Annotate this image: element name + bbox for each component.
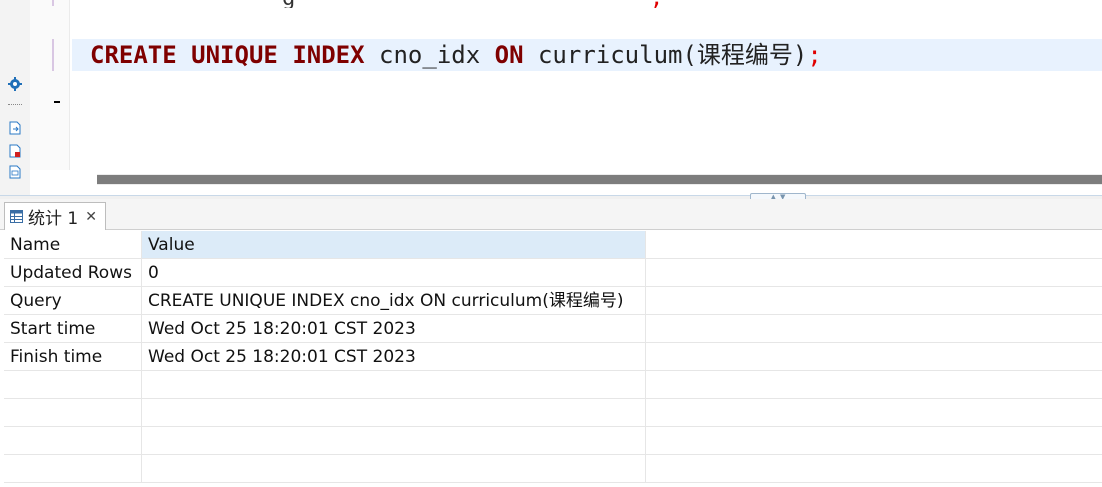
close-icon[interactable]: ✕ [85,209,97,225]
empty-cell [142,455,646,483]
results-grid: Name Value Updated Rows 0 Query CREATE U… [0,231,1102,487]
row-name-cell[interactable]: Start time [4,315,142,343]
empty-row [0,399,1102,427]
row-name-cell[interactable]: Finish time [4,343,142,371]
keyword-on: ON [494,41,524,69]
editor-gutter [30,0,70,170]
gutter-marker [52,39,54,71]
table-and-column: curriculum(课程编号) [537,41,808,69]
index-name: cno_idx [379,41,481,69]
error-file-icon[interactable] [8,144,22,158]
sql-editor[interactable]: g ; CREATE UNIQUE INDEX cno_idx ON curri… [0,0,1102,195]
column-header-value[interactable]: Value [142,231,646,259]
grid-filler [646,399,1102,427]
row-name-cell[interactable]: Updated Rows [4,259,142,287]
row-value-cell[interactable]: CREATE UNIQUE INDEX cno_idx ON curriculu… [142,287,646,315]
tab-statistics-1[interactable]: 统计 1 ✕ [4,202,106,230]
ruler-separator [8,104,22,106]
previous-code-line: g ; [72,0,1102,8]
gear-icon[interactable] [8,77,22,91]
empty-cell [4,399,142,427]
row-value-cell[interactable]: Wed Oct 25 18:20:01 CST 2023 [142,343,646,371]
table-row[interactable]: Updated Rows 0 [0,259,1102,287]
row-name-cell[interactable]: Query [4,287,142,315]
empty-cell [4,427,142,455]
line-marker [54,101,60,103]
grid-filler [646,343,1102,371]
empty-cell [4,371,142,399]
statement-terminator: ; [807,41,822,69]
results-tab-bar: 统计 1 ✕ [0,199,1102,230]
keyword-index: INDEX [292,41,365,69]
export-file-icon[interactable] [8,121,22,135]
row-value-cell[interactable]: 0 [142,259,646,287]
grid-filler [646,427,1102,455]
previous-line-text: g [282,0,295,8]
empty-row [0,427,1102,455]
keyword-create: CREATE [90,41,177,69]
grid-header-row: Name Value [0,231,1102,259]
horizontal-scrollbar-thumb[interactable] [97,175,1102,184]
empty-cell [142,427,646,455]
empty-cell [142,399,646,427]
empty-row [0,455,1102,483]
keyword-unique: UNIQUE [191,41,278,69]
grid-filler [646,455,1102,483]
grid-filler [646,287,1102,315]
grid-filler [646,315,1102,343]
gutter-marker [52,0,54,6]
row-value-cell[interactable]: Wed Oct 25 18:20:01 CST 2023 [142,315,646,343]
grid-filler [646,231,1102,259]
grid-filler [646,371,1102,399]
column-header-name[interactable]: Name [4,231,142,259]
current-code-line[interactable]: CREATE UNIQUE INDEX cno_idx ON curriculu… [72,39,1102,71]
table-row[interactable]: Start time Wed Oct 25 18:20:01 CST 2023 [0,315,1102,343]
previous-line-terminator: ; [650,0,663,8]
table-row[interactable]: Query CREATE UNIQUE INDEX cno_idx ON cur… [0,287,1102,315]
grid-filler [646,259,1102,287]
grid-icon [10,210,23,223]
empty-cell [4,455,142,483]
empty-cell [142,371,646,399]
empty-row [0,371,1102,399]
editor-left-ruler [0,0,30,195]
tab-label: 统计 1 [28,209,79,229]
xml-file-icon[interactable] [8,165,22,179]
table-row[interactable]: Finish time Wed Oct 25 18:20:01 CST 2023 [0,343,1102,371]
